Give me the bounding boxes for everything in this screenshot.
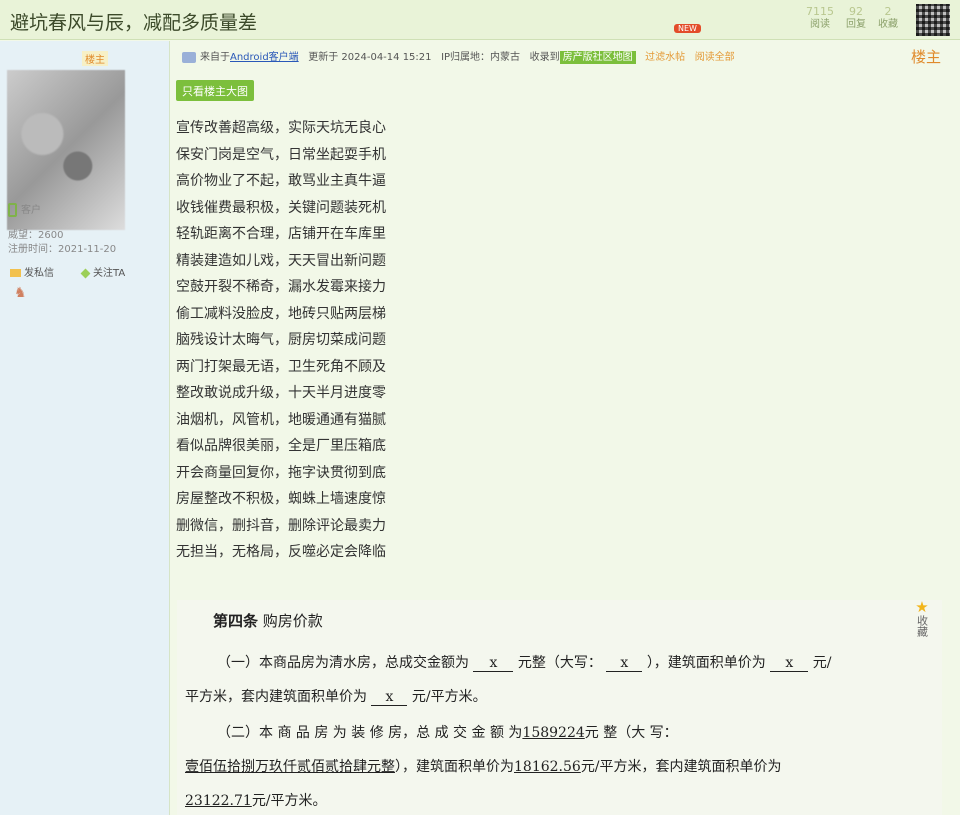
favorite-button[interactable]: ★ 收藏 <box>912 598 932 638</box>
ip-location: IP归属地：内蒙古 <box>441 52 521 63</box>
poem-line: 两门打架最无语，卫生死角不顾及 <box>176 358 386 375</box>
poem-line: 宣传改善超高级，实际天坑无良心 <box>176 120 386 136</box>
article-title: 第四条 购房价款 <box>213 612 323 630</box>
floor-label: 楼主 <box>911 48 942 66</box>
clause-1-line-1: （一）本商品房为清水房，总成交金额为 x 元整（大写： x ），建筑面积单价为 … <box>217 655 832 672</box>
new-badge: NEW <box>674 24 701 33</box>
client-icon <box>182 51 196 63</box>
clause-2-line-3: 23122.71元/平方米。 <box>185 793 327 809</box>
poem-line: 收钱催费最积极，关键问题装死机 <box>176 199 386 216</box>
poem-line: 轻轨距离不合理，店铺开在车库里 <box>176 226 386 242</box>
title-bar: 避坑春风与辰，减配多质量差 7115 阅读 92 回复 2 收藏 <box>0 0 960 40</box>
community-map-tag[interactable]: 房产版社区地图 <box>559 51 636 64</box>
updated-time: 更新于 2024-04-14 15:21 <box>308 52 432 63</box>
user-points: 威望：2600 <box>8 230 64 241</box>
thread-title: 避坑春风与辰，减配多质量差 <box>10 12 258 34</box>
poem-line: 看似品牌很美丽，全是厂里压箱底 <box>176 438 386 454</box>
read-count: 7115 阅读 <box>806 5 834 30</box>
poem-line: 保安门岗是空气，日常坐起耍手机 <box>176 146 386 163</box>
clause-1-line-2: 平方米，套内建筑面积单价为 x 元/平方米。 <box>185 689 487 706</box>
follow-button[interactable]: 关注TA <box>80 264 125 279</box>
star-icon: ★ <box>915 598 929 616</box>
clause-2-line-1: （二）本 商 品 房 为 装 修 房，总 成 交 金 额 为1589224元 整… <box>217 725 678 741</box>
poem-line: 开会商量回复你，拖字诀贯彻到底 <box>176 464 386 481</box>
register-date: 注册时间：2021-11-20 <box>8 244 117 255</box>
poem-line: 整改敢说成升级，十天半月进度零 <box>176 385 386 401</box>
send-message-button[interactable]: 发私信 <box>10 264 54 279</box>
favorite-count: 2 收藏 <box>878 5 898 30</box>
rabbit-icon: ♞ <box>14 285 27 301</box>
poem-line: 删微信，删抖音，删除评论最卖力 <box>176 517 386 534</box>
only-owner-images-button[interactable]: 只看楼主大图 <box>176 80 254 101</box>
poem-line: 油烟机，风管机，地暖通通有猫腻 <box>176 411 386 428</box>
envelope-icon <box>10 269 21 277</box>
clause-2-line-2: 壹佰伍拾捌万玖仟贰佰贰拾肆元整），建筑面积单价为18162.56元/平方米，套内… <box>185 759 782 775</box>
user-sidebar: 楼主 客户 威望：2600 注册时间：2021-11-20 发私信 关注TA ♞ <box>0 41 170 815</box>
owner-badge: 楼主 <box>82 51 108 66</box>
post-body: 宣传改善超高级，实际天坑无良心 保安门岗是空气，日常坐起耍手机 高价物业了不起，… <box>176 115 426 566</box>
post-meta: 来自于Android客户端 更新于 2024-04-14 15:21 IP归属地… <box>182 48 735 64</box>
contract-image[interactable]: 第四条 购房价款 （一）本商品房为清水房，总成交金额为 x 元整（大写： x ）… <box>177 600 942 815</box>
phone-icon <box>8 203 17 217</box>
filter-water-link[interactable]: 过滤水帖 <box>645 52 685 63</box>
client-label: 客户 <box>8 201 41 217</box>
poem-line: 精装建造如儿戏，天天冒出新问题 <box>176 252 386 269</box>
qr-code-icon[interactable] <box>916 4 950 36</box>
poem-line: 房屋整改不积极，蜘蛛上墙速度惊 <box>176 491 386 507</box>
follow-icon <box>80 268 91 278</box>
poem-line: 脑残设计太晦气，厨房切菜成问题 <box>176 332 386 348</box>
source-app-link[interactable]: Android客户端 <box>230 52 299 63</box>
poem-line: 无担当，无格局，反噬必定会降临 <box>176 544 386 560</box>
poem-line: 偷工减料没脸皮，地砖只贴两层梯 <box>176 305 386 322</box>
poem-line: 高价物业了不起，敢骂业主真牛逼 <box>176 173 386 189</box>
poem-line: 空鼓开裂不稀奇，漏水发霉来接力 <box>176 279 386 295</box>
read-all-link[interactable]: 阅读全部 <box>695 52 735 63</box>
